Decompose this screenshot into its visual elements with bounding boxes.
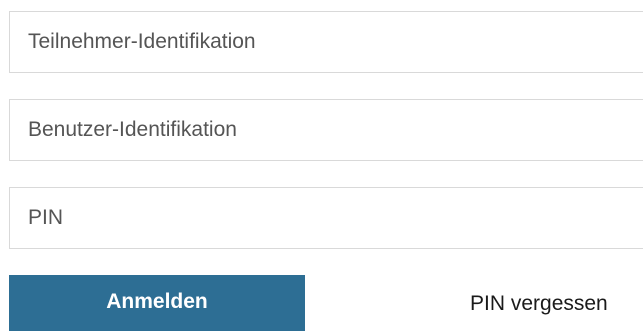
login-form: Anmelden PIN vergessen xyxy=(0,0,643,331)
user-id-field[interactable] xyxy=(9,99,643,161)
login-button[interactable]: Anmelden xyxy=(9,275,305,331)
forgot-pin-link[interactable]: PIN vergessen xyxy=(470,292,608,316)
participant-id-field[interactable] xyxy=(9,11,643,73)
pin-field[interactable] xyxy=(9,187,643,249)
